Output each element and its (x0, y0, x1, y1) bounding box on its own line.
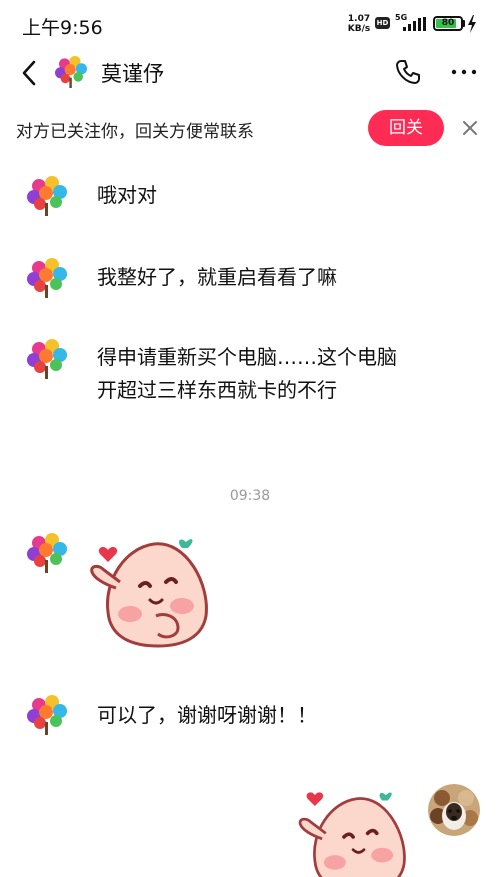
more-icon[interactable] (450, 58, 478, 86)
close-icon[interactable] (460, 118, 480, 138)
contact-avatar[interactable] (22, 528, 72, 578)
follow-back-button[interactable]: 回关 (368, 110, 444, 146)
network-speed-unit: KB/s (347, 24, 371, 34)
my-avatar[interactable] (428, 784, 480, 836)
contact-avatar[interactable] (22, 171, 72, 221)
battery-tip (463, 20, 465, 27)
charging-bolt-icon (468, 15, 476, 33)
phone-icon[interactable] (394, 58, 422, 86)
message-timestamp: 09:38 (229, 488, 271, 504)
message-text[interactable]: 哦对对 (97, 179, 397, 212)
status-time: 上午9:56 (22, 17, 103, 39)
battery-level: 80 (441, 18, 455, 28)
chat-header: 莫谨伃 (0, 48, 500, 98)
hd-badge: HD (375, 17, 390, 29)
signal-icon: 5G (395, 13, 429, 33)
contact-avatar[interactable] (51, 52, 91, 92)
contact-avatar[interactable] (22, 334, 72, 384)
contact-name: 莫谨伃 (101, 62, 164, 86)
contact-avatar[interactable] (22, 690, 72, 740)
back-icon[interactable] (18, 58, 42, 88)
message-text[interactable]: 我整好了，就重启看看了嘛 (97, 261, 397, 294)
message-text[interactable]: 得申请重新买个电脑……这个电脑开超过三样东西就卡的不行 (97, 341, 397, 407)
peach-blush-sticker[interactable] (86, 532, 216, 650)
message-text[interactable]: 可以了，谢谢呀谢谢！！ (97, 699, 397, 732)
follow-banner: 对方已关注你，回关方便常联系 回关 (0, 103, 500, 153)
status-bar: 上午9:56 1.07 KB/s HD 5G 80 (0, 0, 500, 48)
network-speed-value: 1.07 (347, 14, 371, 24)
follow-banner-text: 对方已关注你，回关方便常联系 (16, 122, 254, 142)
network-speed: 1.07 KB/s (346, 14, 372, 34)
peach-blush-sticker[interactable] (294, 786, 414, 877)
battery-icon: 80 (433, 16, 463, 31)
contact-avatar[interactable] (22, 253, 72, 303)
